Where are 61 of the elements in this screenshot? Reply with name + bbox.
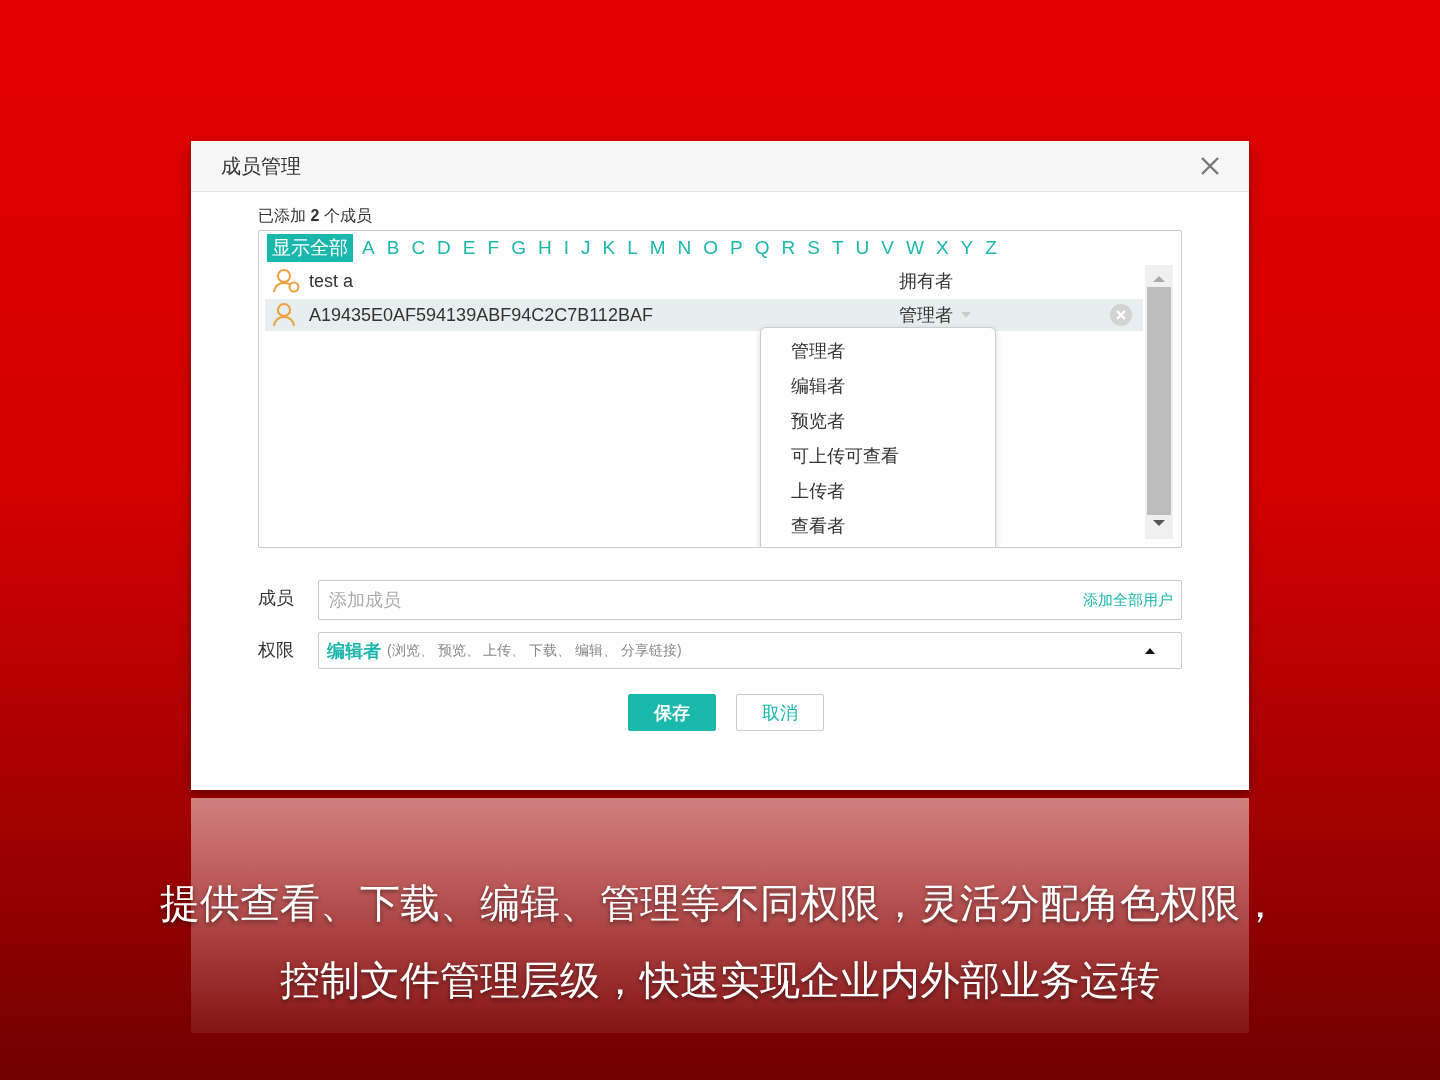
close-button[interactable] — [1199, 155, 1221, 177]
letter-filter-tab[interactable]: H — [532, 236, 557, 260]
letter-filter-tab[interactable]: Z — [980, 236, 1002, 260]
role-menu-item[interactable]: 预览者 — [761, 406, 995, 441]
member-name: test a — [309, 270, 355, 292]
letter-filter-tab[interactable]: A — [357, 236, 380, 260]
save-button[interactable]: 保存 — [628, 694, 716, 731]
member-name: A19435E0AF594139ABF94C2C7B112BAF — [309, 304, 654, 326]
role-menu-item[interactable]: 可上传可查看 — [761, 441, 995, 476]
role-menu-item[interactable]: 编辑者 — [761, 371, 995, 406]
letter-filter-tab[interactable]: 显示全部 — [267, 234, 353, 262]
person-gear-icon — [273, 268, 301, 294]
letter-filter-tab[interactable]: X — [930, 236, 954, 260]
member-input-field[interactable]: 添加成员 添加全部用户 — [318, 580, 1182, 620]
letter-filter-tab[interactable]: L — [622, 236, 643, 260]
member-row[interactable]: A19435E0AF594139ABF94C2C7B112BAF 管理者 — [265, 299, 1143, 331]
letter-filter-tab[interactable]: M — [644, 236, 671, 260]
member-row[interactable]: test a 拥有者 — [265, 265, 1143, 297]
letter-filter-tab[interactable]: O — [698, 236, 724, 260]
letter-filter-tab[interactable]: V — [876, 236, 899, 260]
caption-text: 控制文件管理层级，快速实现企业内外部业务运转 — [280, 957, 1160, 1004]
letter-filter-tab[interactable]: R — [776, 236, 801, 260]
letter-filter-tab[interactable]: C — [406, 236, 431, 260]
letter-filter-tab[interactable]: I — [558, 236, 574, 260]
caption-text: 提供查看、下载、编辑、管理等不同权限，灵活分配角色权限， — [160, 880, 1280, 927]
letter-filter-tab[interactable]: P — [725, 236, 748, 260]
letter-filter-tab[interactable]: G — [506, 236, 531, 260]
dialog-title: 成员管理 — [221, 153, 301, 179]
letter-filter-tab[interactable]: K — [597, 236, 621, 260]
role-description: (浏览、 预览、 上传、 下载、 编辑、 分享链接) — [387, 641, 682, 660]
letter-filter-tab[interactable]: Y — [955, 236, 979, 260]
scroll-thumb[interactable] — [1147, 287, 1171, 515]
selected-role: 编辑者 — [327, 639, 381, 663]
role-menu-item[interactable]: 查看者 — [761, 511, 995, 546]
letter-filter-tab[interactable]: T — [826, 236, 849, 260]
field-label: 权限 — [258, 639, 295, 662]
letter-filter-tab[interactable]: D — [432, 236, 456, 260]
letter-filter-tab[interactable]: U — [850, 236, 875, 260]
letter-filter-tab[interactable]: Q — [749, 236, 775, 260]
letter-filter-tab[interactable]: W — [900, 236, 929, 260]
role-menu-item[interactable]: 管理者 — [761, 336, 995, 371]
role-menu-item[interactable]: 上传者 — [761, 476, 995, 511]
member-count-text: 已添加 2 个成员 — [258, 206, 373, 226]
caret-icon[interactable] — [961, 312, 971, 318]
scrollbar[interactable] — [1145, 265, 1173, 539]
scroll-up-icon[interactable] — [1153, 275, 1165, 283]
member-role: 拥有者 — [899, 270, 953, 293]
letter-filter-tab[interactable]: N — [672, 236, 697, 260]
member-role[interactable]: 管理者 — [899, 303, 953, 327]
add-all-users-link[interactable]: 添加全部用户 — [1083, 590, 1173, 610]
letter-filter-tab[interactable]: B — [381, 236, 405, 260]
caret-up-icon[interactable] — [1145, 647, 1155, 654]
field-label: 成员 — [258, 587, 295, 610]
letter-filter-tab[interactable]: J — [575, 236, 596, 260]
cancel-button[interactable]: 取消 — [736, 694, 824, 731]
letter-filter-tab[interactable]: S — [802, 236, 825, 260]
letter-filter-tab[interactable]: E — [457, 236, 481, 260]
scroll-down-icon[interactable] — [1153, 519, 1165, 527]
permission-select[interactable]: 编辑者 (浏览、 预览、 上传、 下载、 编辑、 分享链接) — [318, 632, 1182, 669]
letter-filter-tab[interactable]: F — [482, 236, 505, 260]
remove-button[interactable] — [1109, 303, 1133, 327]
